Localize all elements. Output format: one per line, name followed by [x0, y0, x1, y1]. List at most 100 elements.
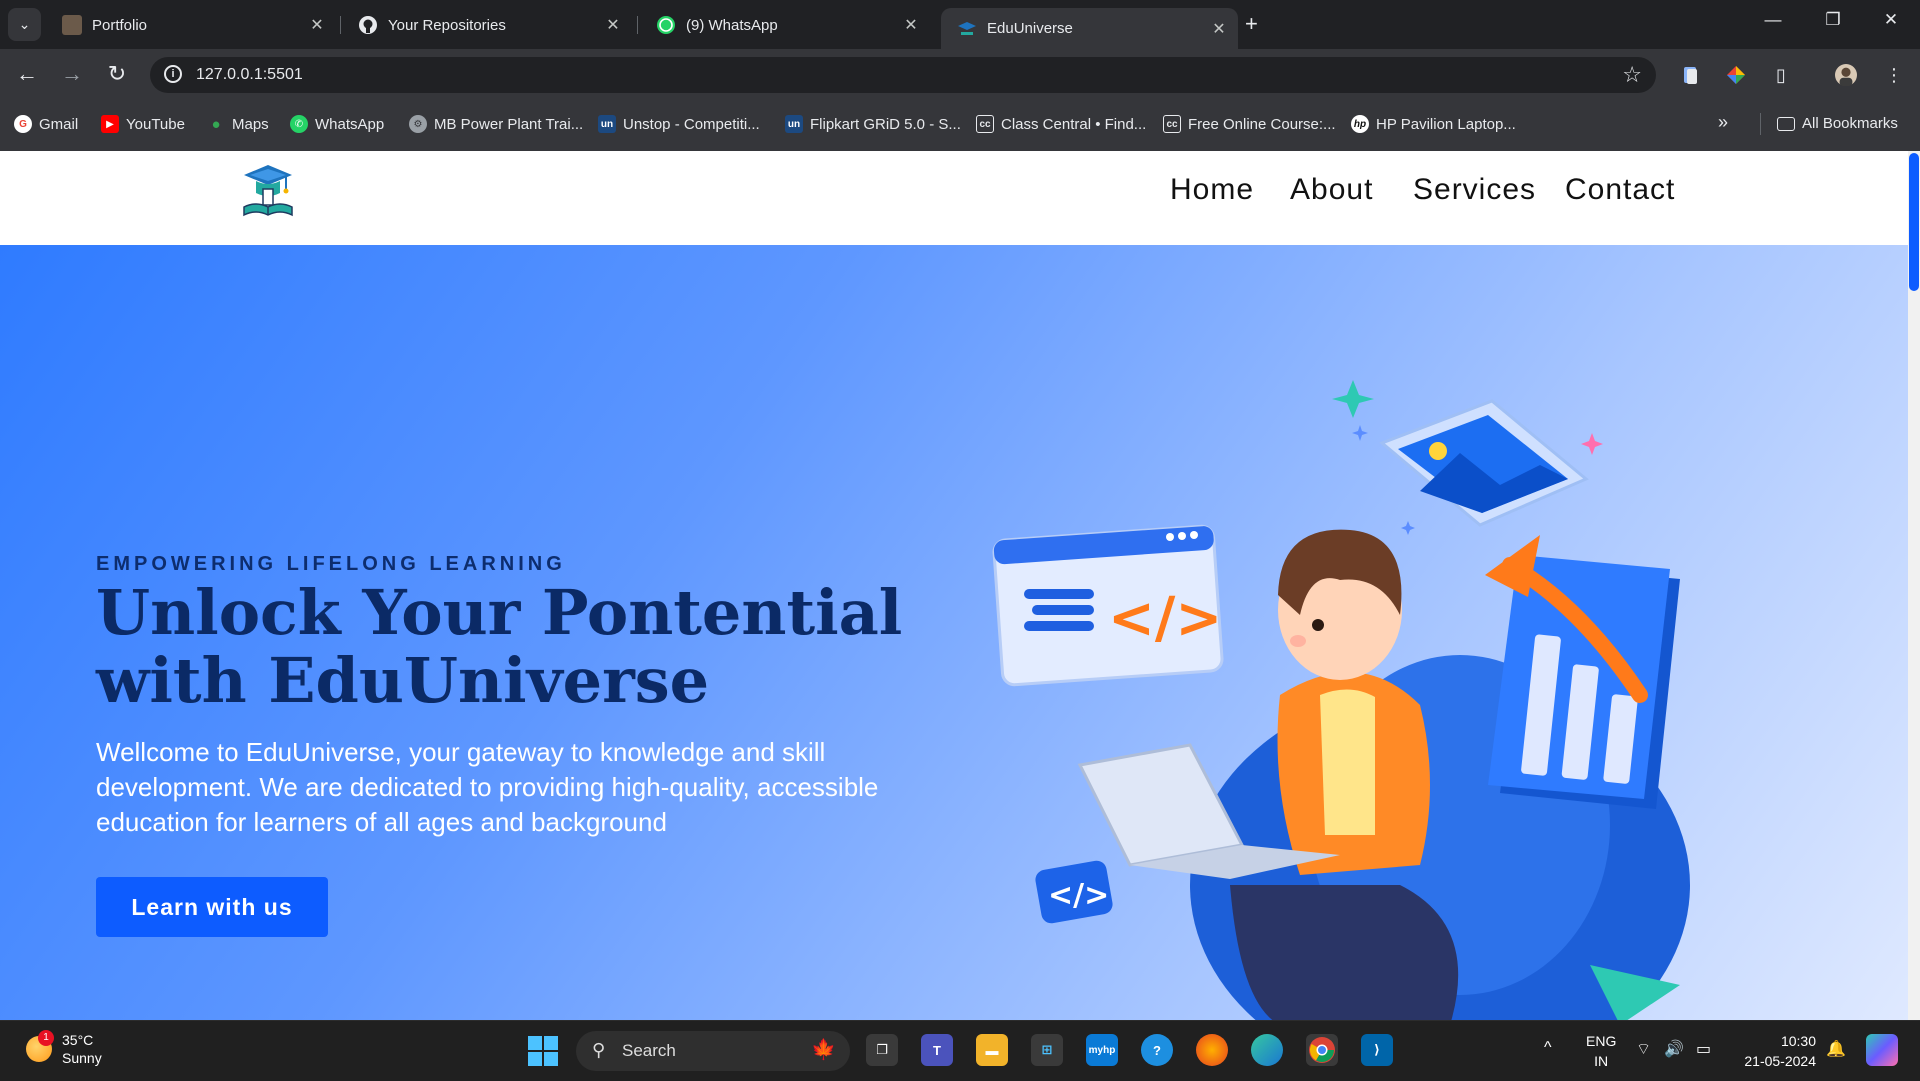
address-bar[interactable]: i 127.0.0.1:5501 ☆: [150, 57, 1656, 93]
page-scrollbar[interactable]: [1908, 151, 1920, 1020]
learn-with-us-button[interactable]: Learn with us: [96, 877, 328, 937]
forward-button[interactable]: →: [57, 61, 87, 87]
system-clock[interactable]: 10:30 21-05-2024: [1736, 1031, 1816, 1071]
bookmark-free-online-course[interactable]: cc Free Online Course:...: [1163, 115, 1336, 133]
teams-icon[interactable]: T: [921, 1034, 953, 1066]
copilot-icon[interactable]: [1866, 1034, 1898, 1066]
portfolio-favicon: [62, 15, 82, 35]
bookmark-class-central[interactable]: cc Class Central • Find...: [976, 115, 1146, 133]
nav-about[interactable]: About: [1290, 173, 1373, 207]
bookmark-star-icon[interactable]: ☆: [1622, 62, 1642, 88]
color-extension-icon[interactable]: [1725, 64, 1747, 86]
start-button[interactable]: [528, 1036, 558, 1066]
back-button[interactable]: ←: [12, 61, 42, 87]
reading-list-icon[interactable]: [1680, 64, 1702, 86]
bookmark-youtube[interactable]: ▶ YouTube: [101, 115, 185, 133]
scrollbar-thumb[interactable]: [1909, 153, 1919, 291]
bookmark-flipkart-grid[interactable]: un Flipkart GRiD 5.0 - S...: [785, 115, 961, 133]
taskbar-search-box[interactable]: ⚲ Search 🍁: [576, 1031, 850, 1071]
bookmark-hp-pavilion[interactable]: hp HP Pavilion Laptop...: [1351, 115, 1516, 133]
all-bookmarks-button[interactable]: All Bookmarks: [1777, 115, 1898, 132]
code-badge-icon: </>: [1035, 860, 1113, 924]
tab-title: Your Repositories: [388, 16, 506, 34]
wifi-icon[interactable]: ⌔: [1636, 1039, 1651, 1059]
class-central-icon: cc: [1163, 115, 1181, 133]
eduuniverse-favicon: [957, 19, 977, 39]
bookmark-gmail[interactable]: G Gmail: [14, 115, 78, 133]
nav-contact[interactable]: Contact: [1565, 173, 1675, 207]
bookmark-label: Class Central • Find...: [1001, 115, 1147, 133]
region-code: IN: [1594, 1053, 1609, 1069]
edge-icon[interactable]: [1251, 1034, 1283, 1066]
microsoft-store-icon[interactable]: ⊞: [1031, 1034, 1063, 1066]
chrome-icon[interactable]: [1306, 1034, 1338, 1066]
tab-eduuniverse[interactable]: EduUniverse ✕: [941, 8, 1238, 49]
close-icon[interactable]: ✕: [900, 15, 922, 35]
sparkle-icon: [1401, 521, 1415, 535]
notifications-bell-icon[interactable]: 🔔: [1826, 1039, 1846, 1059]
weather-condition: Sunny: [62, 1050, 102, 1066]
battery-icon[interactable]: ▭: [1696, 1039, 1711, 1059]
reload-button[interactable]: ↻: [102, 61, 132, 87]
sparkle-icon: [1352, 425, 1368, 441]
bookmark-label: Unstop - Competiti...: [623, 115, 760, 133]
sparkle-icon: [1332, 380, 1374, 418]
power-plant-icon: ⚙: [409, 115, 427, 133]
extensions-puzzle-icon[interactable]: ▯: [1770, 64, 1792, 86]
hero-headline: Unlock Your Pontential with EduUniverse: [96, 576, 903, 717]
weather-widget[interactable]: 1 35°C Sunny: [26, 1030, 102, 1067]
bookmark-label: HP Pavilion Laptop...: [1376, 115, 1516, 133]
close-icon[interactable]: ✕: [602, 15, 624, 35]
eduuniverse-logo[interactable]: [236, 159, 300, 223]
language-code: ENG: [1586, 1033, 1617, 1049]
sun-icon: 1: [26, 1030, 54, 1062]
all-bookmarks-label: All Bookmarks: [1802, 115, 1898, 132]
more-menu-icon[interactable]: ⋮: [1883, 64, 1905, 86]
help-icon[interactable]: ?: [1141, 1034, 1173, 1066]
gmail-icon: G: [14, 115, 32, 133]
url-text[interactable]: 127.0.0.1:5501: [196, 66, 303, 84]
clock-date: 21-05-2024: [1744, 1053, 1816, 1069]
tab-portfolio[interactable]: Portfolio ✕: [46, 8, 336, 42]
site-info-icon[interactable]: i: [164, 65, 182, 83]
restore-button[interactable]: ❐: [1818, 10, 1848, 30]
bookmark-label: Gmail: [39, 115, 79, 133]
language-indicator[interactable]: ENG IN: [1586, 1031, 1616, 1071]
close-window-button[interactable]: ✕: [1876, 10, 1906, 30]
bookmark-whatsapp[interactable]: ✆ WhatsApp: [290, 115, 384, 133]
bookmark-unstop[interactable]: un Unstop - Competiti...: [598, 115, 760, 133]
tab-repositories[interactable]: Your Repositories ✕: [342, 8, 632, 42]
tab-title: (9) WhatsApp: [686, 16, 778, 34]
task-view-icon[interactable]: ❐: [866, 1034, 898, 1066]
web-page: Home About Services Contact EMPOWERING L…: [0, 151, 1920, 1020]
firefox-icon[interactable]: [1196, 1034, 1228, 1066]
bookmark-power-plant[interactable]: ⚙ MB Power Plant Trai...: [409, 115, 583, 133]
myhp-icon[interactable]: myhp: [1086, 1034, 1118, 1066]
bookmarks-bar: G Gmail ▶ YouTube ● Maps ✆ WhatsApp ⚙ MB…: [0, 99, 1920, 151]
volume-icon[interactable]: 🔊: [1664, 1039, 1684, 1059]
folder-icon: [1777, 116, 1795, 131]
close-icon[interactable]: ✕: [1208, 19, 1230, 39]
github-icon: [358, 15, 378, 35]
hero-eyebrow: EMPOWERING LIFELONG LEARNING: [96, 553, 566, 575]
show-hidden-icons-chevron-icon[interactable]: ^: [1544, 1039, 1552, 1057]
file-explorer-icon[interactable]: ▬: [976, 1034, 1008, 1066]
search-icon: ⚲: [592, 1040, 606, 1060]
whatsapp-icon: [656, 15, 676, 35]
bar-chart-board-icon: [1485, 535, 1680, 809]
chevron-down-icon: ⌄: [18, 16, 31, 32]
bookmarks-divider: [1760, 113, 1761, 135]
new-tab-button[interactable]: +: [1245, 11, 1258, 37]
close-icon[interactable]: ✕: [306, 15, 328, 35]
profile-avatar[interactable]: [1835, 64, 1857, 86]
bookmark-maps[interactable]: ● Maps: [207, 115, 268, 133]
more-bookmarks-chevron-icon[interactable]: »: [1718, 112, 1728, 133]
nav-home[interactable]: Home: [1170, 173, 1254, 207]
nav-services[interactable]: Services: [1413, 173, 1536, 207]
tab-whatsapp[interactable]: (9) WhatsApp ✕: [640, 8, 930, 42]
minimize-button[interactable]: —: [1758, 10, 1788, 30]
tab-search-button[interactable]: ⌄: [8, 8, 41, 41]
windows-taskbar: 1 35°C Sunny ⚲ Search 🍁 ❐ T ▬ ⊞ myhp ? ⟩…: [0, 1020, 1920, 1081]
maps-icon: ●: [211, 115, 221, 133]
vscode-icon[interactable]: ⟩: [1361, 1034, 1393, 1066]
